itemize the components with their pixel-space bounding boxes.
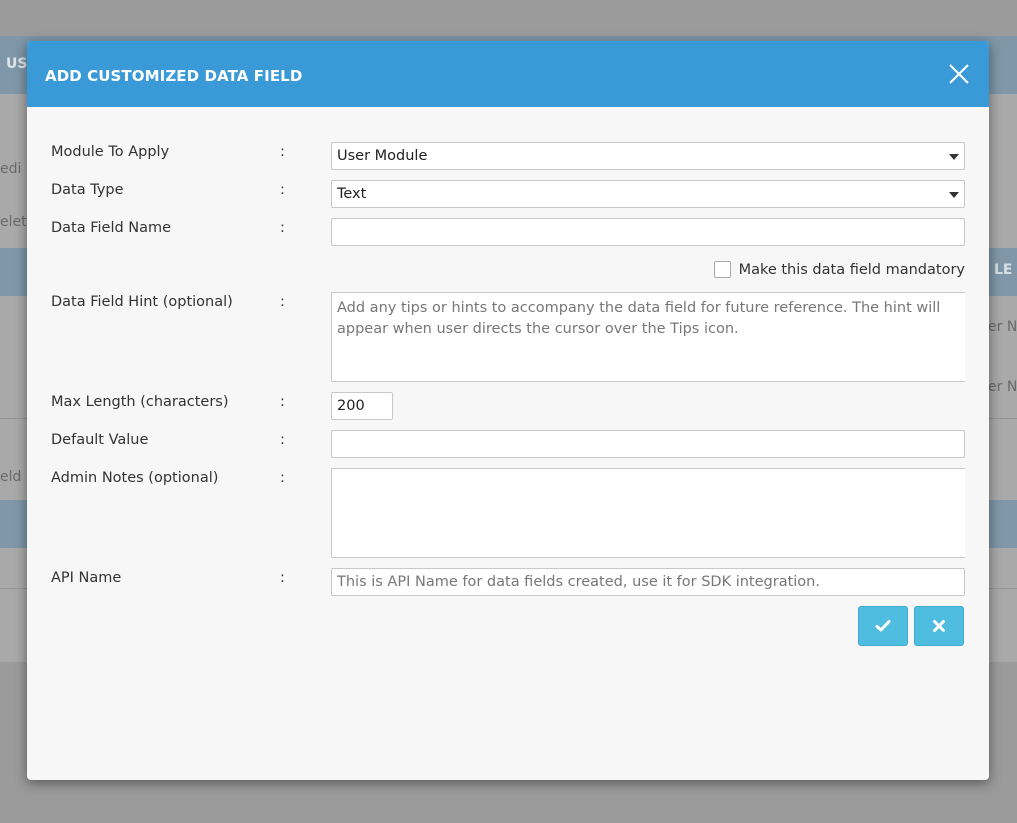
background-snippet: elet <box>0 214 27 230</box>
data-type-label: Data Type <box>51 182 124 198</box>
x-icon <box>933 620 945 632</box>
check-icon <box>875 620 891 632</box>
mandatory-checkbox-label: Make this data field mandatory <box>738 261 965 278</box>
mandatory-checkbox-row[interactable]: Make this data field mandatory <box>713 261 965 278</box>
admin-notes-label: Admin Notes (optional) <box>51 470 219 486</box>
default-value-colon: : <box>280 432 285 448</box>
data-type-select[interactable]: Text <box>331 180 965 208</box>
background-snippet: edi <box>0 161 22 177</box>
default-value-input[interactable] <box>331 430 965 458</box>
module-label: Module To Apply <box>51 144 170 160</box>
hint-placeholder: Add any tips or hints to accompany the d… <box>337 300 941 337</box>
admin-notes-textarea[interactable] <box>331 468 965 558</box>
background-snippet: er N <box>988 319 1017 335</box>
background-snippet: er N <box>988 379 1017 395</box>
chevron-down-icon <box>949 154 959 160</box>
field-name-label: Data Field Name <box>51 220 172 236</box>
module-select-value: User Module <box>337 148 428 164</box>
cancel-button[interactable] <box>914 606 964 646</box>
field-name-colon: : <box>280 220 285 236</box>
background-snippet: LE T <box>994 262 1017 278</box>
module-colon: : <box>280 144 285 160</box>
add-data-field-modal: ADD CUSTOMIZED DATA FIELD Module To Appl… <box>27 41 989 780</box>
api-name-colon: : <box>280 570 285 586</box>
modal-title: ADD CUSTOMIZED DATA FIELD <box>45 67 303 85</box>
hint-label: Data Field Hint (optional) <box>51 294 233 310</box>
data-type-colon: : <box>280 182 285 198</box>
confirm-button[interactable] <box>858 606 908 646</box>
close-icon[interactable] <box>948 63 970 85</box>
max-length-input[interactable]: 200 <box>331 392 393 420</box>
hint-colon: : <box>280 294 285 310</box>
field-name-input[interactable] <box>331 218 965 246</box>
data-type-select-value: Text <box>337 186 367 202</box>
max-length-label: Max Length (characters) <box>51 394 229 410</box>
module-select[interactable]: User Module <box>331 142 965 170</box>
api-name-placeholder: This is API Name for data fields created… <box>337 574 820 590</box>
max-length-colon: : <box>280 394 285 410</box>
admin-notes-colon: : <box>280 470 285 486</box>
api-name-input[interactable]: This is API Name for data fields created… <box>331 568 965 596</box>
api-name-label: API Name <box>51 570 122 586</box>
default-value-label: Default Value <box>51 432 149 448</box>
mandatory-checkbox[interactable] <box>713 261 731 278</box>
chevron-down-icon <box>949 192 959 198</box>
hint-textarea[interactable]: Add any tips or hints to accompany the d… <box>331 292 965 382</box>
modal-header: ADD CUSTOMIZED DATA FIELD <box>27 41 989 107</box>
